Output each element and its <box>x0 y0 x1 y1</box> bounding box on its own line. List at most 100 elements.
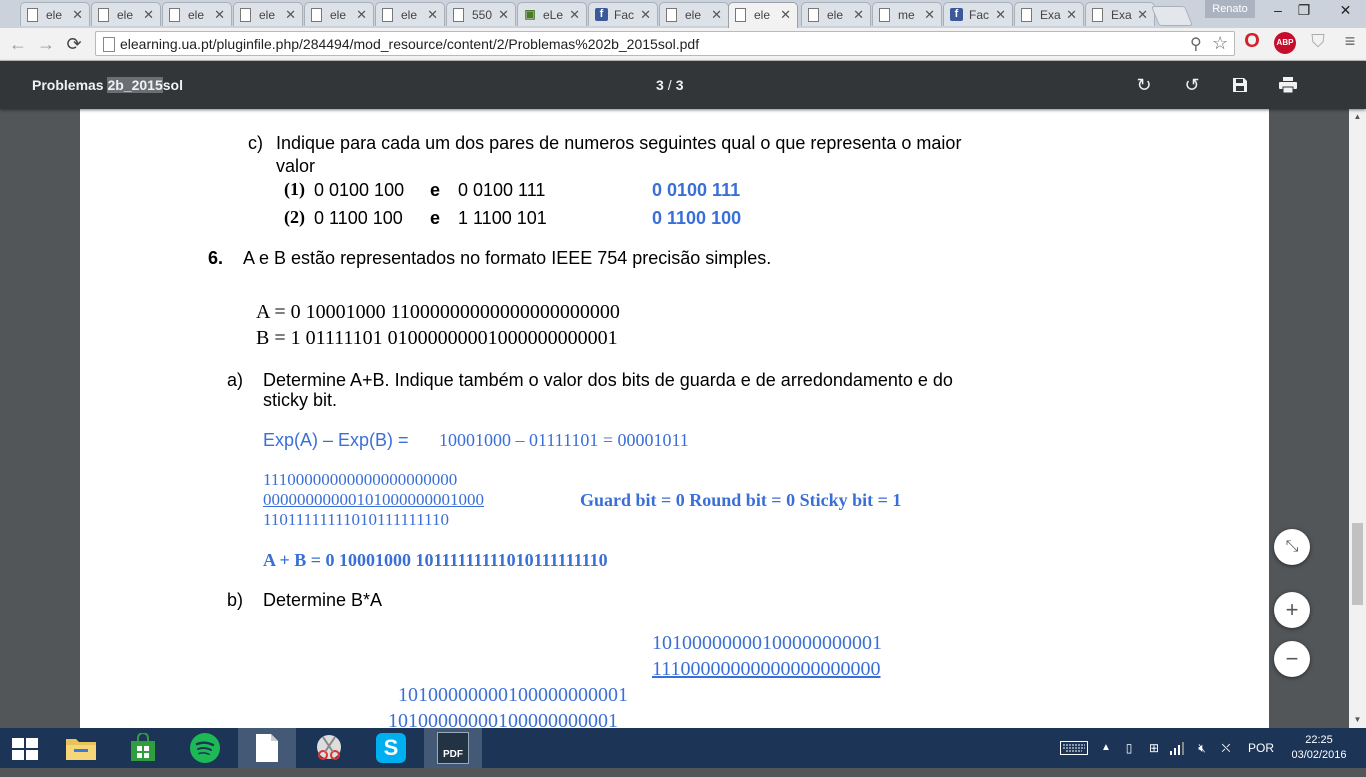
vertical-scrollbar[interactable]: ▲ ▼ <box>1349 109 1366 728</box>
tab-title: ele <box>46 8 63 22</box>
question-b-label: b) <box>227 590 244 610</box>
bookmark-star-icon[interactable]: ☆ <box>1212 33 1228 54</box>
tab-title: ele <box>754 8 771 22</box>
tab[interactable]: ele ✕ <box>20 2 90 26</box>
scroll-thumb[interactable] <box>1352 523 1363 605</box>
skype-icon: S <box>376 733 406 763</box>
opera-icon[interactable]: O <box>1243 31 1261 51</box>
device-icon[interactable]: ▯ <box>1120 728 1138 768</box>
pdf-page: c) Indique para cada um dos pares de num… <box>80 109 1269 728</box>
menu-icon[interactable]: ≡ <box>1340 31 1360 51</box>
taskbar-pdf-app[interactable]: PDF <box>424 728 482 768</box>
pair-2-b: 1 1100 101 <box>458 208 547 228</box>
taskbar-snipping-tool[interactable] <box>300 728 358 768</box>
volume-muted-icon[interactable]: 🔇︎ <box>1192 728 1212 768</box>
taskbar-file-explorer[interactable] <box>52 728 110 768</box>
current-page[interactable]: 3 <box>656 77 664 93</box>
exp-value: 10001000 – 01111101 = 00001011 <box>439 430 689 450</box>
forward-button[interactable]: → <box>34 32 58 56</box>
network-signal-icon[interactable] <box>1168 728 1188 768</box>
close-tab-icon[interactable]: ✕ <box>1137 7 1148 23</box>
close-tab-icon[interactable]: ✕ <box>356 7 367 23</box>
adblock-icon[interactable]: ABP <box>1274 32 1296 54</box>
close-tab-icon[interactable]: ✕ <box>569 7 580 23</box>
tab-title: ele <box>685 8 702 22</box>
close-tab-icon[interactable]: ✕ <box>640 7 651 23</box>
tab[interactable]: ele ✕ <box>801 2 871 26</box>
scroll-down-arrow-icon[interactable]: ▼ <box>1349 712 1366 728</box>
close-tab-icon[interactable]: ✕ <box>853 7 864 23</box>
tab-active[interactable]: ele ✕ <box>728 2 798 28</box>
tab[interactable]: ele ✕ <box>304 2 374 26</box>
tab[interactable]: ele ✕ <box>91 2 161 26</box>
language-bar-icon[interactable]: ⛌ <box>1216 728 1236 768</box>
taskbar-spotify[interactable] <box>176 728 234 768</box>
document-icon <box>311 8 322 22</box>
tab[interactable]: f Fac ✕ <box>943 2 1013 26</box>
show-hidden-icons-icon[interactable]: ▲ <box>1098 728 1114 768</box>
url-text[interactable]: elearning.ua.pt/pluginfile.php/284494/mo… <box>120 36 699 52</box>
zoom-out-button[interactable]: − <box>1274 641 1310 677</box>
tab[interactable]: ele ✕ <box>375 2 445 26</box>
clock[interactable]: 22:25 03/02/2016 <box>1284 733 1354 763</box>
question-6-number: 6. <box>208 248 224 268</box>
address-bar[interactable]: elearning.ua.pt/pluginfile.php/284494/mo… <box>95 31 1235 56</box>
fit-to-page-button[interactable]: ⤡ <box>1274 529 1310 565</box>
tab[interactable]: Exa ✕ <box>1014 2 1084 26</box>
scroll-up-arrow-icon[interactable]: ▲ <box>1349 109 1366 125</box>
tab[interactable]: ▣ eLe ✕ <box>517 2 587 26</box>
close-tab-icon[interactable]: ✕ <box>285 7 296 23</box>
close-tab-icon[interactable]: ✕ <box>143 7 154 23</box>
tab[interactable]: me ✕ <box>872 2 942 26</box>
tab[interactable]: ele ✕ <box>162 2 232 26</box>
tab[interactable]: ele ✕ <box>233 2 303 26</box>
close-tab-icon[interactable]: ✕ <box>214 7 225 23</box>
close-tab-icon[interactable]: ✕ <box>995 7 1006 23</box>
facebook-icon: f <box>595 8 608 21</box>
taskbar-skype[interactable]: S <box>362 728 420 768</box>
close-tab-icon[interactable]: ✕ <box>72 7 83 23</box>
close-window-button[interactable]: ✕ <box>1325 0 1366 20</box>
print-icon[interactable] <box>1274 71 1302 99</box>
rotate-counterclockwise-icon[interactable]: ↺ <box>1178 71 1206 99</box>
taskbar-document[interactable] <box>238 728 296 768</box>
maximize-button[interactable]: ❐ <box>1286 0 1322 20</box>
tab[interactable]: Exa ✕ <box>1085 2 1155 26</box>
document-icon <box>879 8 890 22</box>
close-tab-icon[interactable]: ✕ <box>711 7 722 23</box>
sum-line-2: 00000000000101000000001000 <box>263 490 484 509</box>
exp-label: Exp(A) – Exp(B) = <box>263 430 409 450</box>
tab[interactable]: 550 ✕ <box>446 2 516 26</box>
store-icon <box>131 733 155 761</box>
close-tab-icon[interactable]: ✕ <box>427 7 438 23</box>
tab-title: Fac <box>969 8 990 22</box>
tab[interactable]: ele ✕ <box>659 2 729 26</box>
zoom-icon[interactable]: ⚲ <box>1190 34 1202 54</box>
new-tab-button[interactable] <box>1150 6 1194 26</box>
page-indicator[interactable]: 3/3 <box>656 77 683 93</box>
shield-icon[interactable]: ⛉ <box>1309 31 1327 51</box>
user-profile-badge[interactable]: Renato <box>1205 0 1255 18</box>
document-icon <box>382 8 393 22</box>
action-center-icon[interactable]: ⊞ <box>1144 728 1164 768</box>
zoom-in-button[interactable]: + <box>1274 592 1310 628</box>
close-tab-icon[interactable]: ✕ <box>498 7 509 23</box>
reload-button[interactable]: ⟳ <box>62 32 86 56</box>
rotate-clockwise-icon[interactable]: ↻ <box>1130 71 1158 99</box>
close-tab-icon[interactable]: ✕ <box>1066 7 1077 23</box>
document-icon <box>808 8 819 22</box>
page-separator: / <box>667 77 672 93</box>
input-language[interactable]: POR <box>1244 728 1278 768</box>
close-tab-icon[interactable]: ✕ <box>924 7 935 23</box>
keyboard-icon[interactable] <box>1058 728 1090 768</box>
title-selected: 2b_2015 <box>107 77 163 93</box>
taskbar-store[interactable] <box>114 728 172 768</box>
save-icon[interactable] <box>1226 71 1254 99</box>
close-tab-icon[interactable]: ✕ <box>780 7 791 23</box>
tab-title: Exa <box>1111 8 1132 22</box>
tab[interactable]: f Fac ✕ <box>588 2 658 26</box>
document-icon <box>1092 8 1103 22</box>
back-button[interactable]: ← <box>6 32 30 56</box>
start-button[interactable] <box>0 728 52 768</box>
document-icon <box>735 8 746 22</box>
